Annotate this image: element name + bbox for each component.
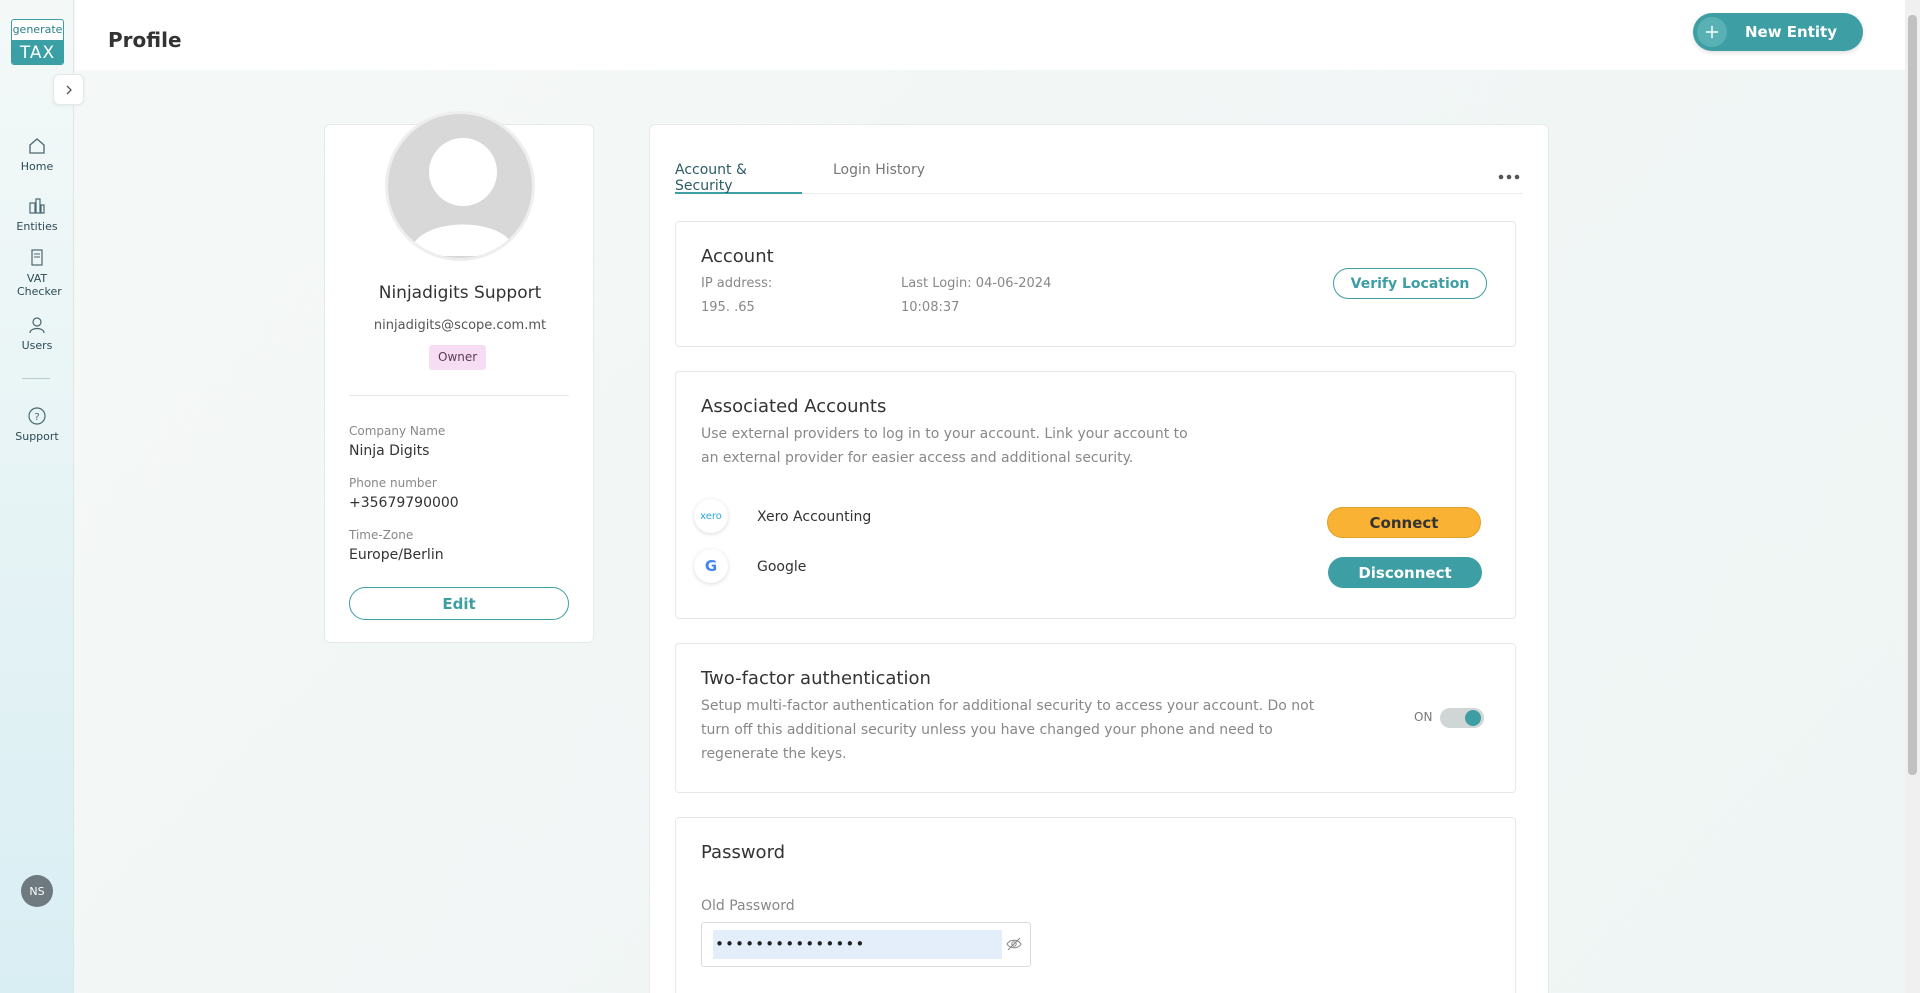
two-factor-desc-line2: turn off this additional security unless…	[701, 722, 1273, 738]
edit-profile-button[interactable]: Edit	[349, 587, 569, 620]
last-login-time: 10:08:37	[901, 300, 960, 315]
role-badge: Owner	[429, 345, 487, 370]
google-logo-icon: G	[694, 549, 728, 583]
eye-slash-icon[interactable]	[1006, 936, 1022, 956]
user-initials: NS	[29, 884, 45, 898]
last-login-label: Last Login: 04-06-2024	[901, 276, 1052, 291]
old-password-value[interactable]: •••••••••••••••	[713, 930, 1002, 959]
sidebar-item-home[interactable]: Home	[0, 136, 74, 173]
sidebar-item-support[interactable]: ? Support	[0, 406, 74, 443]
sidebar-item-label: Support	[15, 430, 59, 443]
verify-location-button[interactable]: Verify Location	[1333, 268, 1487, 299]
phone-label: Phone number	[349, 476, 437, 490]
company-label: Company Name	[349, 424, 446, 438]
new-entity-button[interactable]: New Entity	[1693, 13, 1863, 51]
profile-divider	[349, 395, 569, 396]
two-factor-section: Two-factor authentication Setup multi-fa…	[675, 643, 1516, 793]
app-logo[interactable]: generate TAX	[11, 19, 64, 65]
provider-name-xero: Xero Accounting	[757, 509, 872, 525]
profile-card: Ninjadigits Support ninjadigits@scope.co…	[324, 111, 594, 643]
provider-name-google: Google	[757, 559, 807, 575]
page-title: Profile	[108, 28, 182, 52]
user-avatar[interactable]: NS	[21, 875, 53, 907]
tab-login-history[interactable]: Login History	[833, 162, 925, 194]
profile-avatar	[385, 111, 535, 261]
sidebar-expand-button[interactable]	[53, 74, 84, 105]
header: Profile New Entity	[75, 0, 1905, 70]
sidebar-item-label: Users	[21, 339, 53, 352]
sidebar-item-label: Home	[20, 160, 54, 173]
chevron-right-icon	[66, 85, 72, 94]
scrollbar-thumb[interactable]	[1908, 15, 1917, 775]
timezone-value: Europe/Berlin	[349, 547, 444, 563]
two-factor-toggle[interactable]	[1440, 708, 1484, 728]
xero-logo-icon: xero	[694, 499, 728, 533]
sidebar-item-label: Entities	[16, 220, 58, 233]
two-factor-desc-line1: Setup multi-factor authentication for ad…	[701, 698, 1315, 714]
home-icon	[29, 138, 45, 154]
logo-bottom-text: TAX	[12, 40, 63, 64]
buildings-icon	[29, 198, 45, 214]
more-options-icon[interactable]	[1498, 165, 1520, 184]
logo-top-text: generate	[12, 23, 63, 36]
profile-email: ninjadigits@scope.com.mt	[373, 318, 547, 333]
tabs: Account & Security Login History	[675, 162, 1523, 194]
associated-accounts-title: Associated Accounts	[701, 396, 887, 417]
nav-divider	[22, 378, 50, 379]
sidebar-item-vat-checker[interactable]: VAT Checker	[0, 248, 74, 298]
svg-text:?: ?	[34, 412, 39, 423]
tab-account-security[interactable]: Account & Security	[675, 162, 802, 194]
document-icon	[31, 249, 43, 266]
security-card: Account & Security Login History Account…	[649, 124, 1549, 993]
sidebar: generate TAX Home Entities VAT Checker U…	[0, 0, 74, 993]
account-section: Account IP address: 195. .65 Last Login:…	[675, 221, 1516, 347]
ip-label: IP address:	[701, 276, 773, 291]
ip-value: 195. .65	[701, 300, 755, 315]
profile-name: Ninjadigits Support	[378, 283, 542, 303]
company-value: Ninja Digits	[349, 443, 430, 459]
sidebar-item-entities[interactable]: Entities	[0, 196, 74, 233]
old-password-label: Old Password	[701, 898, 795, 914]
timezone-label: Time-Zone	[349, 528, 414, 542]
new-entity-label: New Entity	[1745, 23, 1837, 41]
sidebar-item-users[interactable]: Users	[0, 315, 74, 352]
user-silhouette-icon	[410, 138, 516, 256]
help-icon: ?	[28, 407, 46, 425]
phone-value: +35679790000	[349, 495, 459, 511]
user-icon	[29, 317, 45, 334]
password-section: Password Old Password •••••••••••••••	[675, 817, 1516, 993]
associated-desc-line2: an external provider for easier access a…	[701, 450, 1134, 466]
two-factor-title: Two-factor authentication	[701, 668, 931, 689]
account-title: Account	[701, 246, 774, 267]
plus-icon	[1697, 17, 1727, 47]
connect-xero-button[interactable]: Connect	[1327, 507, 1481, 538]
associated-accounts-section: Associated Accounts Use external provide…	[675, 371, 1516, 619]
old-password-field[interactable]: •••••••••••••••	[701, 922, 1031, 967]
toggle-knob	[1465, 710, 1481, 726]
two-factor-status-label: ON	[1414, 710, 1433, 724]
two-factor-desc-line3: regenerate the keys.	[701, 746, 847, 762]
associated-desc-line1: Use external providers to log in to your…	[701, 426, 1188, 442]
disconnect-google-button[interactable]: Disconnect	[1328, 557, 1482, 588]
password-title: Password	[701, 842, 786, 863]
sidebar-item-label: VAT Checker	[17, 272, 62, 298]
